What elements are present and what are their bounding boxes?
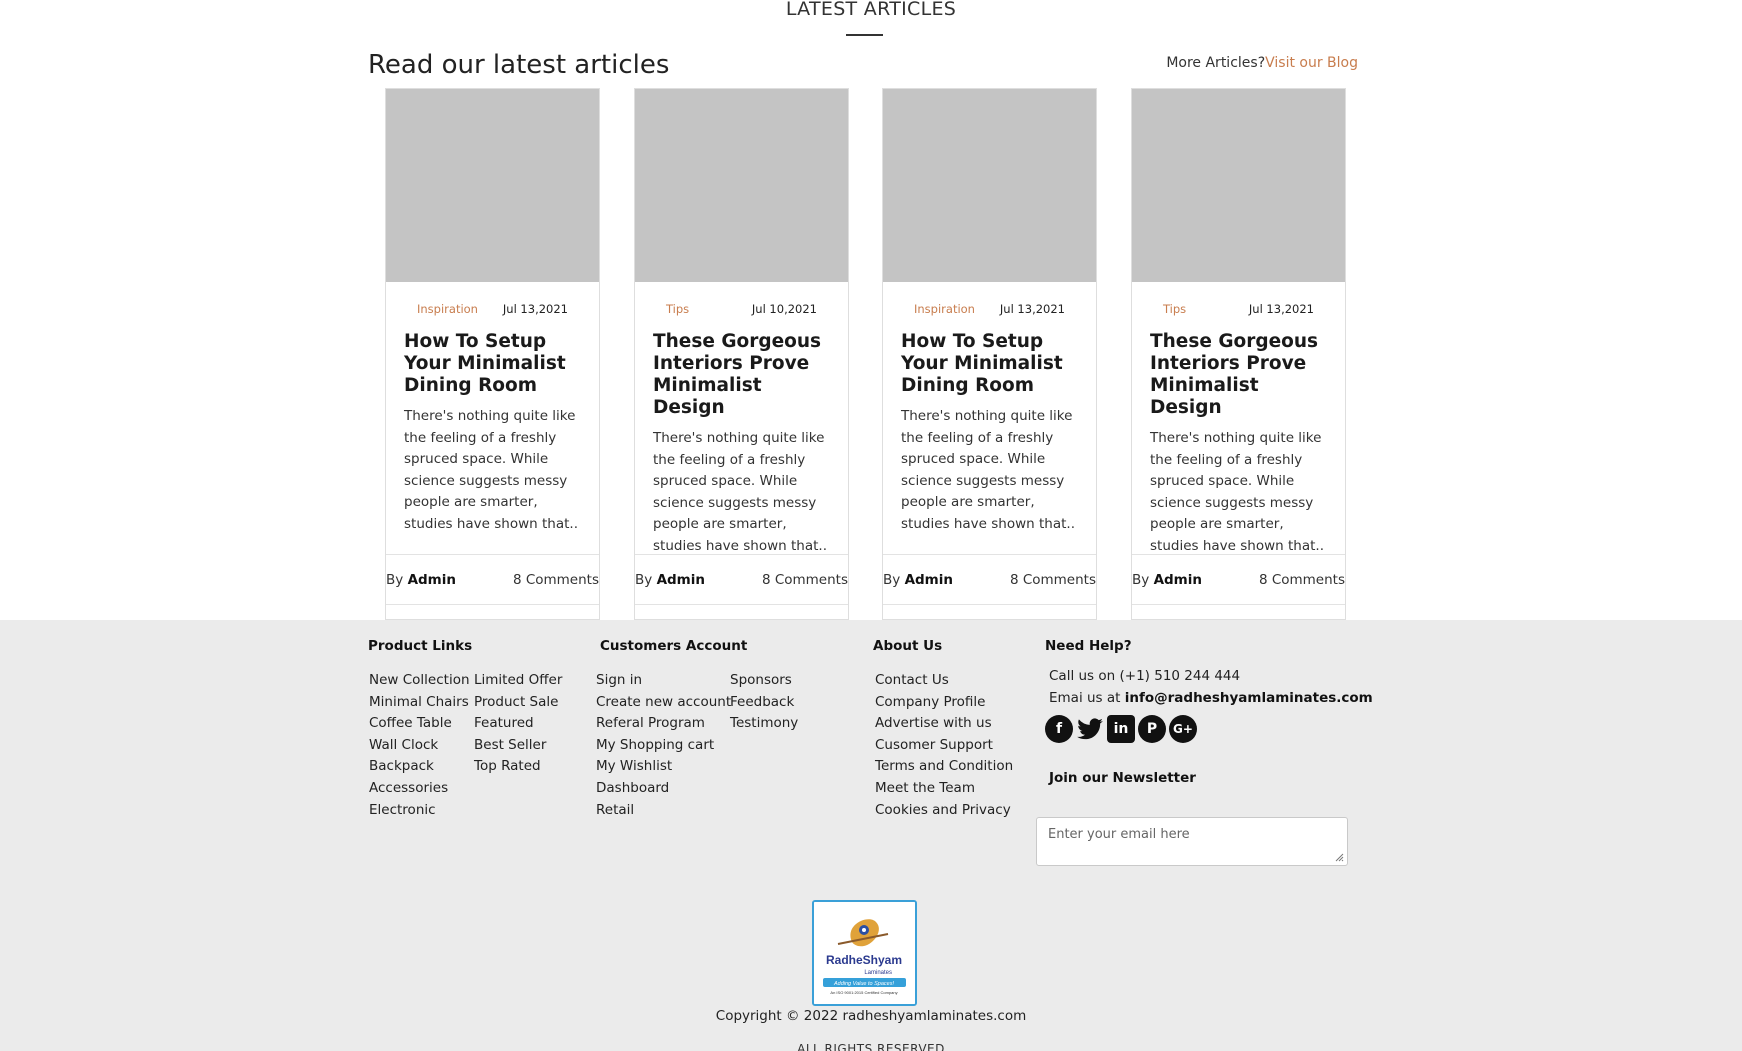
product-links-list: New Collection Minimal Chairs Coffee Tab… [369,670,470,821]
article-category[interactable]: Inspiration [417,302,478,316]
social-links: f in P G+ [1045,715,1197,743]
article-excerpt: There's nothing quite like the feeling o… [1150,430,1324,554]
article-date: Jul 10,2021 [751,302,817,316]
customers-account-heading: Customers Account [600,638,748,654]
footer-link[interactable]: Retail [596,800,731,822]
article-card[interactable]: Inspiration Jul 13,2021 How To Setup You… [385,88,600,620]
linkedin-icon[interactable]: in [1107,715,1135,743]
section-title: Read our latest articles [368,50,670,80]
article-title[interactable]: These Gorgeous Interiors Prove Minimalis… [1132,331,1345,419]
footer-link[interactable]: Meet the Team [875,778,1013,800]
newsletter-heading: Join our Newsletter [1049,770,1196,786]
pinterest-icon[interactable]: P [1138,715,1166,743]
article-excerpt: There's nothing quite like the feeling o… [901,408,1075,532]
article-date: Jul 13,2021 [999,302,1065,316]
article-thumbnail[interactable] [883,89,1096,282]
more-articles: More Articles?Visit our Blog [1166,55,1358,71]
product-links-heading: Product Links [368,638,473,654]
phone-number[interactable]: (+1) 510 244 444 [1120,668,1241,684]
latest-articles-section: LATEST ARTICLES Read our latest articles… [0,0,1742,620]
article-comments[interactable]: 8 Comments [1010,572,1096,588]
footer-link[interactable]: Best Seller [474,735,562,757]
article-card[interactable]: Tips Jul 10,2021 These Gorgeous Interior… [634,88,849,620]
article-date: Jul 13,2021 [1248,302,1314,316]
article-comments[interactable]: 8 Comments [762,572,848,588]
article-author: By Admin [635,571,705,588]
svg-text:Adding Value to Spaces!: Adding Value to Spaces! [833,981,895,987]
help-email: Emai us at info@radheshyamlaminates.com [1049,690,1373,706]
visit-blog-link[interactable]: Visit our Blog [1265,55,1358,71]
svg-text:An ISO 9001:2015 Certified Com: An ISO 9001:2015 Certified Company [830,990,897,995]
newsletter-email-input[interactable]: Enter your email here [1036,817,1348,866]
footer-link[interactable]: Wall Clock [369,735,470,757]
footer-link[interactable]: Terms and Condition [875,756,1013,778]
more-articles-label: More Articles? [1166,55,1266,71]
company-logo[interactable]: RadheShyam Laminates Adding Value to Spa… [812,900,917,1006]
product-links-list-2: Limited Offer Product Sale Featured Best… [474,670,562,778]
need-help-heading: Need Help? [1045,638,1132,654]
footer-link[interactable]: Cookies and Privacy [875,800,1013,822]
footer-link[interactable]: Feedback [730,692,798,714]
email-address[interactable]: info@radheshyamlaminates.com [1125,690,1373,706]
resize-handle-icon[interactable] [1334,852,1344,862]
article-category[interactable]: Tips [1163,302,1186,316]
footer-link[interactable]: Electronic [369,800,470,822]
article-comments[interactable]: 8 Comments [1259,572,1345,588]
footer-link[interactable]: Referal Program [596,713,731,735]
about-us-heading: About Us [873,638,943,654]
footer-link[interactable]: Coffee Table [369,713,470,735]
article-excerpt: There's nothing quite like the feeling o… [653,430,827,554]
about-us-list: Contact Us Company Profile Advertise wit… [875,670,1013,821]
footer-link[interactable]: Accessories [369,778,470,800]
footer-link[interactable]: Minimal Chairs [369,692,470,714]
article-excerpt: There's nothing quite like the feeling o… [404,408,578,532]
site-footer: Product Links New Collection Minimal Cha… [0,620,1742,1051]
article-thumbnail[interactable] [1132,89,1345,282]
footer-link[interactable]: Backpack [369,756,470,778]
google-plus-icon[interactable]: G+ [1169,715,1197,743]
footer-link[interactable]: My Wishlist [596,756,731,778]
article-card[interactable]: Inspiration Jul 13,2021 How To Setup You… [882,88,1097,620]
article-title[interactable]: How To Setup Your Minimalist Dining Room [883,331,1096,397]
footer-link[interactable]: Dashboard [596,778,731,800]
article-author: By Admin [883,571,953,588]
article-title[interactable]: How To Setup Your Minimalist Dining Room [386,331,599,397]
article-thumbnail[interactable] [635,89,848,282]
rights-reserved: ALL RIGHTS RESERVED [797,1042,945,1051]
footer-link[interactable]: New Collection [369,670,470,692]
footer-link[interactable]: Sponsors [730,670,798,692]
article-date: Jul 13,2021 [502,302,568,316]
article-category[interactable]: Inspiration [914,302,975,316]
article-category[interactable]: Tips [666,302,689,316]
footer-link[interactable]: Contact Us [875,670,1013,692]
footer-link[interactable]: Cusomer Support [875,735,1013,757]
footer-link[interactable]: My Shopping cart [596,735,731,757]
article-card[interactable]: Tips Jul 13,2021 These Gorgeous Interior… [1131,88,1346,620]
copyright: Copyright © 2022 radheshyamlaminates.com [715,1008,1027,1024]
footer-link[interactable]: Company Profile [875,692,1013,714]
footer-link[interactable]: Create new account [596,692,731,714]
twitter-icon[interactable] [1076,715,1104,743]
article-author: By Admin [1132,571,1202,588]
customers-account-list-2: Sponsors Feedback Testimony [730,670,798,735]
svg-text:RadheShyam: RadheShyam [826,953,902,967]
article-thumbnail[interactable] [386,89,599,282]
footer-link[interactable]: Limited Offer [474,670,562,692]
help-phone: Call us on (+1) 510 244 444 [1049,668,1241,684]
footer-link[interactable]: Advertise with us [875,713,1013,735]
article-author: By Admin [386,571,456,588]
section-eyebrow: LATEST ARTICLES [785,0,957,20]
footer-link[interactable]: Top Rated [474,756,562,778]
footer-link[interactable]: Product Sale [474,692,562,714]
svg-text:Laminates: Laminates [864,970,892,976]
footer-link[interactable]: Featured [474,713,562,735]
customers-account-list: Sign in Create new account Referal Progr… [596,670,731,821]
footer-link[interactable]: Sign in [596,670,731,692]
article-title[interactable]: These Gorgeous Interiors Prove Minimalis… [635,331,848,419]
facebook-icon[interactable]: f [1045,715,1073,743]
article-comments[interactable]: 8 Comments [513,572,599,588]
footer-link[interactable]: Testimony [730,713,798,735]
eyebrow-underline [846,34,883,36]
